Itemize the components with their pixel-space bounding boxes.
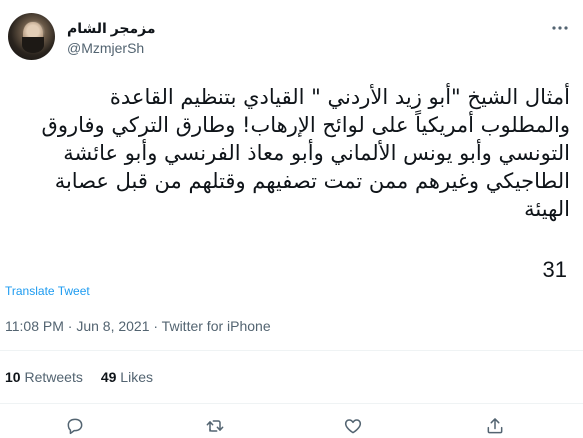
author-handle[interactable]: @MzmjerSh (67, 40, 144, 56)
author-display-name[interactable]: مزمجر الشام (67, 20, 156, 37)
reply-icon (67, 418, 83, 435)
divider (0, 403, 583, 404)
tweet-text: أمثال الشيخ "أبو زيد الأردني " القيادي ب… (8, 83, 570, 223)
more-dots-icon (552, 26, 568, 30)
more-options-button[interactable] (548, 19, 572, 37)
likes-count: 49 (100, 369, 117, 385)
reply-button[interactable] (62, 414, 88, 438)
tweet-number: 31 (542, 257, 567, 282)
avatar[interactable] (8, 13, 55, 60)
avatar-beard (22, 37, 44, 53)
retweets-count: 10 (5, 369, 21, 385)
share-button[interactable] (482, 414, 508, 438)
tweet-text-line: الهيئة (524, 197, 570, 221)
divider (0, 350, 583, 351)
retweet-icon (206, 420, 224, 432)
translate-tweet-link[interactable]: Translate Tweet (5, 284, 90, 298)
like-icon (344, 419, 362, 434)
like-button[interactable] (340, 414, 366, 438)
engagement-stats: 10 Retweets 49 Likes (5, 369, 153, 385)
likes-label: Likes (120, 369, 153, 385)
retweets-stat[interactable]: 10 Retweets (5, 369, 83, 385)
retweet-button[interactable] (202, 414, 228, 438)
retweets-label: Retweets (24, 369, 83, 385)
tweet-text-line: والمطلوب أمريكياً على لوائح الإرهاب! وطا… (41, 113, 570, 137)
tweet-timestamp[interactable]: 11:08 PM · Jun 8, 2021 · Twitter for iPh… (5, 318, 271, 334)
tweet-text-line: التونسي وأبو يونس الألماني وأبو معاذ الف… (63, 141, 570, 165)
likes-stat[interactable]: 49 Likes (101, 369, 153, 385)
action-bar (0, 414, 583, 438)
share-icon (487, 418, 503, 434)
tweet-text-line: الطاجيكي وغيرهم ممن تمت تصفيهم وقتلهم من… (54, 169, 570, 193)
tweet-text-line: أمثال الشيخ "أبو زيد الأردني " القيادي ب… (109, 85, 570, 109)
